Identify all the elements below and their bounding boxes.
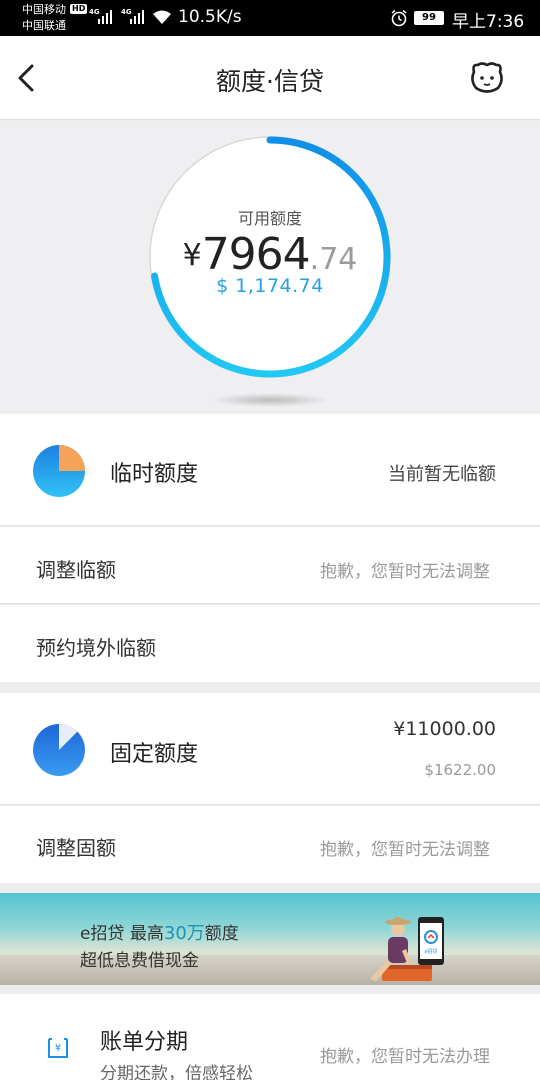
status-bar: 中国移动 中国联通 HD 4G 4G 10.5K/s 99 早上7:36 (0, 0, 540, 36)
adjust-temporary-credit-row[interactable]: 调整临额 抱歉，您暂时无法调整 (0, 527, 540, 604)
mascot-icon[interactable] (466, 60, 508, 96)
banner-headline-prefix: e招贷 最高 (80, 924, 164, 944)
currency-symbol: ¥ (182, 238, 202, 273)
hd-badge: HD (70, 4, 88, 14)
fixed-credit-amount: ¥11000.00 (393, 718, 496, 740)
adjust-fixed-credit-note: 抱歉，您暂时无法调整 (320, 840, 490, 860)
adjust-fixed-credit-row[interactable]: 调整固额 抱歉，您暂时无法调整 (0, 806, 540, 883)
available-credit-label: 可用额度 (237, 209, 302, 228)
banner-subline: 超低息费借现金 (80, 951, 199, 971)
amount-integer: 7964 (201, 229, 311, 280)
bill-installment-subtitle: 分期还款，倍感轻松 (100, 1064, 253, 1080)
overseas-temporary-credit-row[interactable]: 预约境外临额 (0, 605, 540, 682)
bill-installment-note: 抱歉，您暂时无法办理 (320, 1047, 490, 1067)
carrier-1: 中国移动 (22, 3, 66, 16)
battery-icon: 99 (414, 11, 444, 25)
available-credit-usd: $ 1,174.74 (216, 275, 324, 297)
bill-installment-title: 账单分期 (100, 1030, 189, 1055)
fixed-credit-usd: $1622.00 (424, 761, 496, 779)
bill-installment-row[interactable]: ¥ 账单分期 分期还款，倍感轻松 抱歉，您暂时无法办理 (0, 994, 540, 1080)
banner-headline: e招贷 最高30万额度 (80, 919, 239, 945)
carrier-2: 中国联通 (22, 19, 66, 32)
adjust-fixed-credit-label: 调整固额 (36, 836, 116, 860)
wifi-icon (153, 10, 171, 24)
yen-bill-icon: ¥ (48, 1038, 68, 1058)
carrier-names: 中国移动 中国联通 (22, 2, 66, 34)
e-loan-banner[interactable]: e招贷 最高30万额度 超低息费借现金 e招贷 (0, 893, 540, 985)
temporary-credit-header[interactable]: 临时额度 当前暂无临额 (0, 414, 540, 526)
yen-glyph: ¥ (55, 1043, 61, 1054)
signal-icon (98, 8, 112, 24)
fixed-credit-pie-icon (33, 724, 85, 776)
ring-shadow (210, 393, 330, 407)
overseas-temporary-credit-label: 预约境外临额 (36, 636, 156, 660)
available-credit-amount: ¥7964.74 (0, 229, 540, 280)
temporary-credit-title: 临时额度 (110, 462, 199, 487)
nav-bar: 额度·信贷 (0, 36, 540, 120)
fixed-credit-title: 固定额度 (110, 742, 199, 767)
adjust-temporary-credit-label: 调整临额 (36, 558, 116, 582)
page-title: 额度·信贷 (216, 67, 324, 96)
temporary-credit-pie-slice (59, 445, 85, 471)
clock: 早上7:36 (452, 12, 525, 32)
temporary-credit-status: 当前暂无临额 (388, 464, 496, 485)
alarm-icon (391, 9, 407, 27)
banner-headline-suffix: 额度 (204, 924, 239, 944)
available-credit-panel: 可用额度 ¥7964.74 $ 1,174.74 (0, 121, 540, 413)
banner-traveler-illustration: e招贷 (370, 917, 444, 981)
network-speed: 10.5K/s (178, 7, 242, 27)
amount-decimal: .74 (309, 242, 358, 277)
banner-headline-highlight: 30万 (163, 923, 205, 944)
signal-icon (130, 8, 144, 24)
fixed-credit-header[interactable]: 固定额度 ¥11000.00 $1622.00 (0, 693, 540, 805)
adjust-temporary-credit-note: 抱歉，您暂时无法调整 (320, 562, 490, 582)
temporary-credit-pie-icon (33, 445, 85, 497)
banner-phone-label: e招贷 (424, 948, 437, 955)
